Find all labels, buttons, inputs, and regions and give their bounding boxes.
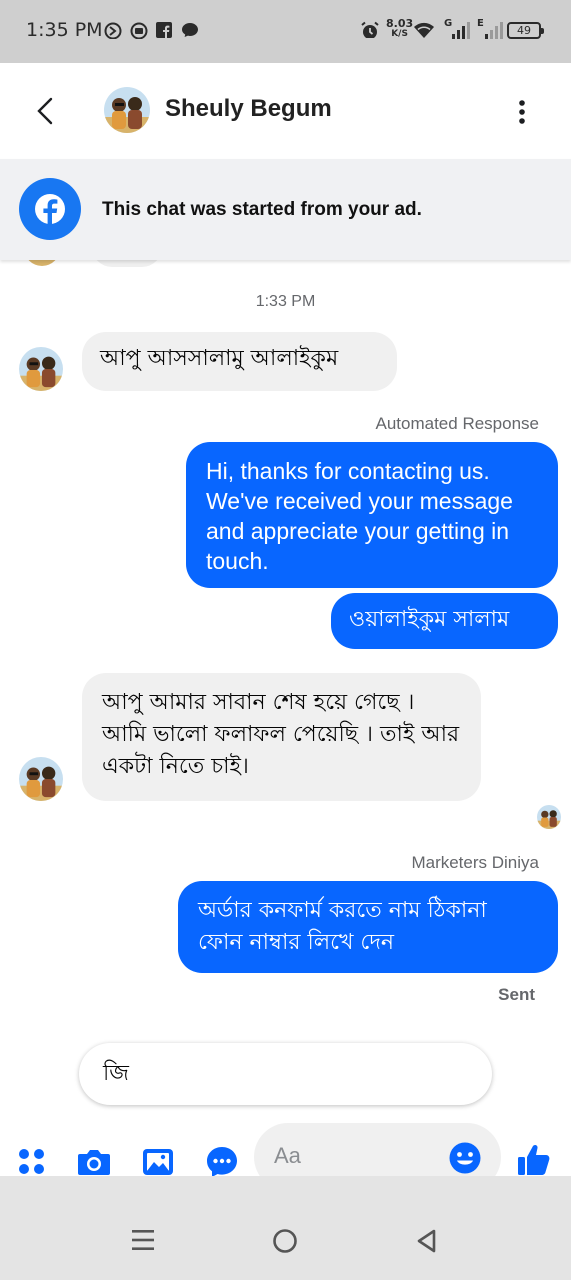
ad-origin-text: This chat was started from your ad. [102,199,422,220]
automated-response-label: Automated Response [375,414,540,433]
outgoing-message[interactable]: Hi, thanks for contacting us. We've rece… [186,442,558,588]
signal-bars-icon [452,22,470,39]
recent-apps-icon[interactable] [130,1228,156,1252]
avatar[interactable] [19,347,63,391]
avatar [24,260,60,266]
alarm-icon [361,21,379,38]
facebook-logo-icon [19,178,81,240]
signal-bars-icon [485,22,503,39]
back-arrow-icon[interactable] [28,93,64,129]
emoji-icon[interactable] [448,1141,482,1175]
read-receipt-avatar [537,805,561,829]
message-bubble-partial [92,260,162,267]
incoming-message[interactable]: আপু আমার সাবান শেষ হয়ে গেছে । আমি ভালো … [82,673,481,801]
avatar[interactable] [104,87,150,133]
message-input-placeholder: Aa [274,1143,301,1168]
contact-name[interactable]: Sheuly Begum [165,95,332,123]
network-speed: 8.03 K/S [386,17,414,39]
timestamp: 1:33 PM [255,293,316,310]
facebook-icon [156,22,172,38]
battery-indicator: 49 [507,22,544,39]
more-vertical-icon[interactable] [510,97,534,127]
quick-reply-chip[interactable]: জি [79,1043,492,1105]
system-navigation-bar [0,1176,571,1280]
incoming-message[interactable]: আপু আসসালামু আলাইকুম [82,332,397,391]
ad-origin-banner: This chat was started from your ad. [0,159,571,260]
sender-label: Marketers Diniya [411,853,539,872]
back-nav-icon[interactable] [414,1228,440,1254]
message-list[interactable]: 1:33 PM আপু আসসালামু আলাইকুম Automated R… [0,260,571,1120]
outgoing-message[interactable]: ওয়ালাইকুম সালাম [331,593,558,649]
chat-notification-icon [182,23,198,37]
status-bar: 1:35 PM 8.03 K/S G E 49 [0,0,571,63]
avatar[interactable] [19,757,63,801]
signal-2-type: E [477,18,484,29]
wifi-icon [414,22,434,38]
sync-icon [104,22,122,39]
composer-bar: Aa [0,1120,571,1191]
conversation-header: Sheuly Begum [0,63,571,159]
home-icon[interactable] [272,1228,298,1254]
record-icon [130,22,148,39]
like-icon[interactable] [514,1140,554,1180]
outgoing-message[interactable]: অর্ডার কনফার্ম করতে নাম ঠিকানা ফোন নাম্ব… [178,881,558,973]
sent-status: Sent [498,985,535,1004]
status-time: 1:35 PM [26,19,103,41]
